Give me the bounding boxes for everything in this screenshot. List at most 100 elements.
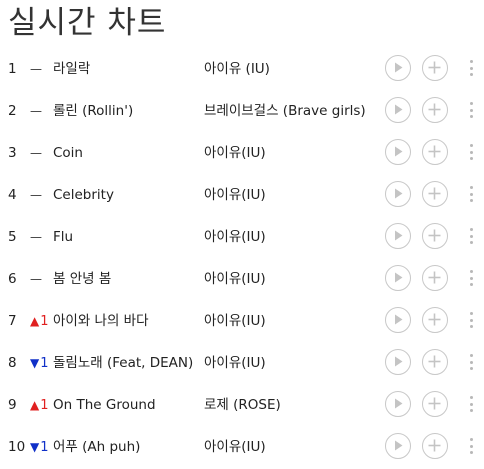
song-title[interactable]: 롤린 (Rollin') (53, 90, 133, 132)
play-button[interactable] (385, 433, 411, 459)
more-vertical-icon (463, 181, 479, 207)
play-button[interactable] (385, 139, 411, 165)
up-arrow-icon: ▲ (30, 398, 40, 412)
more-vertical-icon (463, 433, 479, 459)
rank-number: 2 (8, 103, 17, 119)
song-title[interactable]: Celebrity (53, 174, 114, 216)
artist-name[interactable]: 아이유(IU) (204, 132, 266, 174)
plus-icon (428, 61, 441, 74)
add-to-playlist-button[interactable] (422, 307, 448, 333)
chart-list: 1 — 라일락 아이유 (IU) 2 — 롤린 (Rollin') 브레이브걸스 (Brave… (0, 48, 484, 468)
add-to-playlist-button[interactable] (422, 391, 448, 417)
more-options-button[interactable] (463, 349, 479, 375)
more-options-button[interactable] (463, 265, 479, 291)
artist-name[interactable]: 브레이브걸스 (Brave girls) (204, 90, 366, 132)
rank-number: 10 (8, 439, 26, 455)
chart-row: 1 — 라일락 아이유 (IU) (0, 48, 484, 90)
chart-row: 9 ▲1 On The Ground 로제 (ROSE) (0, 384, 484, 426)
song-title[interactable]: Flu (53, 216, 73, 258)
more-vertical-icon (463, 223, 479, 249)
more-vertical-icon (463, 349, 479, 375)
down-arrow-icon: ▼ (30, 440, 40, 454)
plus-icon (428, 229, 441, 242)
chart-row: 6 — 봄 안녕 봄 아이유(IU) (0, 258, 484, 300)
add-to-playlist-button[interactable] (422, 55, 448, 81)
rank-change: — (30, 216, 52, 258)
more-options-button[interactable] (463, 181, 479, 207)
no-change-dash-icon: — (30, 62, 42, 76)
artist-name[interactable]: 아이유(IU) (204, 174, 266, 216)
artist-name[interactable]: 로제 (ROSE) (204, 384, 281, 426)
song-title[interactable]: 어푸 (Ah puh) (53, 426, 140, 468)
play-icon (395, 398, 403, 409)
play-button[interactable] (385, 307, 411, 333)
play-icon (395, 272, 403, 283)
page-title: 실시간 차트 (8, 5, 167, 41)
rank-change: — (30, 48, 52, 90)
add-to-playlist-button[interactable] (422, 433, 448, 459)
artist-name[interactable]: 아이유(IU) (204, 216, 266, 258)
more-options-button[interactable] (463, 223, 479, 249)
more-options-button[interactable] (463, 97, 479, 123)
no-change-dash-icon: — (30, 146, 42, 160)
add-to-playlist-button[interactable] (422, 139, 448, 165)
play-icon (395, 188, 403, 199)
song-title[interactable]: 돌림노래 (Feat, DEAN) (53, 342, 193, 384)
more-vertical-icon (463, 139, 479, 165)
rank-number: 8 (8, 355, 17, 371)
rank-number: 6 (8, 271, 17, 287)
more-options-button[interactable] (463, 55, 479, 81)
play-button[interactable] (385, 55, 411, 81)
play-icon (395, 356, 403, 367)
up-arrow-icon: ▲ (30, 314, 40, 328)
no-change-dash-icon: — (30, 188, 42, 202)
no-change-dash-icon: — (30, 230, 42, 244)
add-to-playlist-button[interactable] (422, 181, 448, 207)
play-button[interactable] (385, 97, 411, 123)
song-title[interactable]: 아이와 나의 바다 (53, 300, 149, 342)
add-to-playlist-button[interactable] (422, 97, 448, 123)
plus-icon (428, 397, 441, 410)
play-icon (395, 314, 403, 325)
artist-name[interactable]: 아이유 (IU) (204, 48, 270, 90)
artist-name[interactable]: 아이유(IU) (204, 342, 266, 384)
play-button[interactable] (385, 181, 411, 207)
more-vertical-icon (463, 55, 479, 81)
rank-change-value: 1 (40, 356, 49, 371)
add-to-playlist-button[interactable] (422, 223, 448, 249)
plus-icon (428, 103, 441, 116)
rank-number: 4 (8, 187, 17, 203)
play-button[interactable] (385, 265, 411, 291)
more-vertical-icon (463, 265, 479, 291)
chart-row: 8 ▼1 돌림노래 (Feat, DEAN) 아이유(IU) (0, 342, 484, 384)
song-title[interactable]: On The Ground (53, 384, 156, 426)
plus-icon (428, 187, 441, 200)
artist-name[interactable]: 아이유(IU) (204, 426, 266, 468)
more-options-button[interactable] (463, 307, 479, 333)
artist-name[interactable]: 아이유(IU) (204, 300, 266, 342)
more-options-button[interactable] (463, 391, 479, 417)
rank-change-value: 1 (40, 314, 49, 329)
rank-number: 3 (8, 145, 17, 161)
rank-change: — (30, 90, 52, 132)
rank-change: ▼1 (30, 342, 52, 384)
song-title[interactable]: 라일락 (53, 48, 90, 90)
rank-change: — (30, 258, 52, 300)
plus-icon (428, 145, 441, 158)
song-title[interactable]: 봄 안녕 봄 (53, 258, 111, 300)
add-to-playlist-button[interactable] (422, 349, 448, 375)
play-button[interactable] (385, 391, 411, 417)
more-vertical-icon (463, 307, 479, 333)
more-options-button[interactable] (463, 139, 479, 165)
artist-name[interactable]: 아이유(IU) (204, 258, 266, 300)
rank-number: 5 (8, 229, 17, 245)
more-options-button[interactable] (463, 433, 479, 459)
add-to-playlist-button[interactable] (422, 265, 448, 291)
rank-number: 9 (8, 397, 17, 413)
song-title[interactable]: Coin (53, 132, 83, 174)
play-button[interactable] (385, 223, 411, 249)
no-change-dash-icon: — (30, 104, 42, 118)
play-button[interactable] (385, 349, 411, 375)
plus-icon (428, 313, 441, 326)
play-icon (395, 230, 403, 241)
